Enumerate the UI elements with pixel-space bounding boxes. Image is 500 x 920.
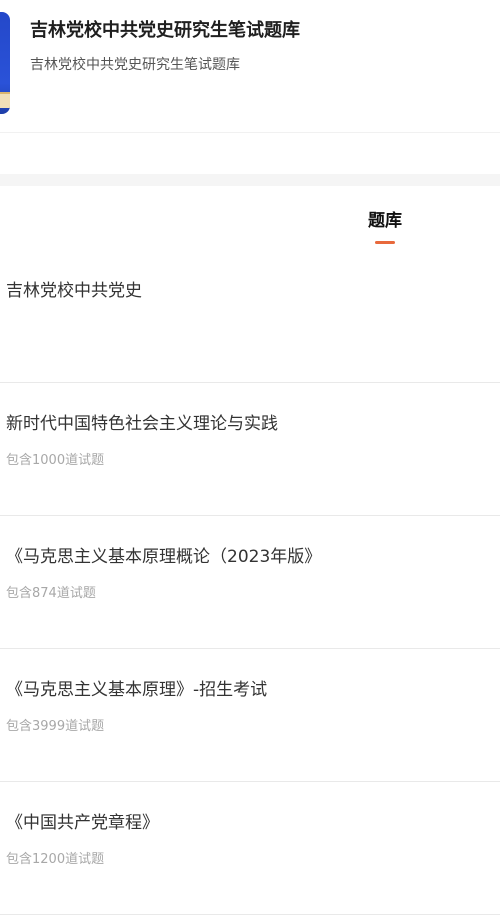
list-item-count: 包含1200道试题 (6, 852, 105, 867)
book-title: 吉林党校中共党史研究生笔试题库 (30, 20, 300, 41)
tab-active-indicator (375, 241, 395, 244)
question-bank-list: 吉林党校中共党史 新时代中国特色社会主义理论与实践 包含1000道试题 《马克思… (0, 250, 500, 915)
book-subtitle: 吉林党校中共党史研究生笔试题库 (30, 57, 240, 73)
list-item[interactable]: 《马克思主义基本原理概论（2023年版》 包含874道试题 (0, 516, 500, 649)
list-item-count: 包含874道试题 (6, 586, 96, 601)
list-item[interactable]: 《中国共产党章程》 包含1200道试题 (0, 782, 500, 915)
list-item[interactable]: 吉林党校中共党史 (0, 250, 500, 383)
list-item-title: 《马克思主义基本原理》-招生考试 (6, 680, 268, 700)
book-header[interactable]: 吉林党校中共党史研究生笔试题库 吉林党校中共党史研究生笔试题库 (0, 0, 500, 133)
page: 吉林党校中共党史研究生笔试题库 吉林党校中共党史研究生笔试题库 题库 吉林党校中… (0, 0, 500, 920)
tab-label: 题库 (368, 211, 402, 231)
list-item-title: 吉林党校中共党史 (6, 281, 142, 301)
section-divider (0, 174, 500, 186)
list-item[interactable]: 《马克思主义基本原理》-招生考试 包含3999道试题 (0, 649, 500, 782)
book-pages (0, 92, 10, 108)
tab-bar: 题库 (0, 186, 500, 250)
list-item-count: 包含3999道试题 (6, 719, 105, 734)
list-item[interactable]: 新时代中国特色社会主义理论与实践 包含1000道试题 (0, 383, 500, 516)
list-item-title: 《马克思主义基本原理概论（2023年版》 (6, 547, 322, 567)
list-item-title: 《中国共产党章程》 (6, 813, 159, 833)
list-item-count: 包含1000道试题 (6, 453, 105, 468)
list-item-title: 新时代中国特色社会主义理论与实践 (6, 414, 278, 434)
book-cover-image (0, 12, 10, 114)
tab-question-bank[interactable]: 题库 (345, 206, 425, 246)
